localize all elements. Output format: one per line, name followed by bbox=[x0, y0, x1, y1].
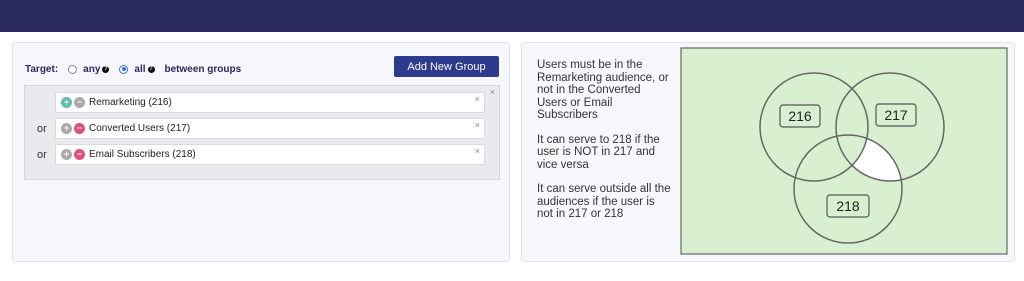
explanation-text: Users must be in the Remarketing audienc… bbox=[537, 59, 672, 233]
radio-all[interactable] bbox=[119, 64, 129, 74]
include-plus-icon[interactable]: + bbox=[61, 97, 72, 108]
or-connector: or bbox=[37, 123, 47, 135]
include-plus-icon[interactable]: + bbox=[61, 149, 72, 160]
explanation-paragraph-3: It can serve outside all the audiences i… bbox=[537, 183, 671, 220]
close-group-icon[interactable]: × bbox=[490, 87, 495, 97]
exclude-minus-icon[interactable]: − bbox=[74, 123, 85, 134]
venn-diagram: 216 217 218 bbox=[680, 47, 1008, 255]
audience-targeting-panel: Target: any ? all ? between groups Add N… bbox=[12, 42, 510, 262]
remove-audience-icon[interactable]: × bbox=[475, 146, 480, 156]
between-groups-label: between groups bbox=[164, 63, 242, 75]
target-options: Target: any ? all ? between groups bbox=[25, 61, 241, 77]
target-label: Target: bbox=[25, 63, 59, 75]
venn-label-217: 217 bbox=[884, 107, 908, 123]
audience-row-email-subscribers: + − Email Subscribers (218) × bbox=[55, 144, 485, 165]
remove-audience-icon[interactable]: × bbox=[475, 94, 480, 104]
help-icon-all[interactable]: ? bbox=[147, 65, 155, 73]
venn-label-216: 216 bbox=[788, 108, 812, 124]
exclude-minus-icon[interactable]: − bbox=[74, 97, 85, 108]
explanation-paragraph-1: Users must be in the Remarketing audienc… bbox=[537, 59, 669, 121]
audience-name: Email Subscribers (218) bbox=[89, 149, 196, 160]
include-plus-icon[interactable]: + bbox=[61, 123, 72, 134]
audience-name: Converted Users (217) bbox=[89, 123, 191, 134]
audience-row-remarketing: + − Remarketing (216) × bbox=[55, 92, 485, 113]
radio-all-label: all bbox=[134, 63, 146, 75]
audience-row-converted-users: + − Converted Users (217) × bbox=[55, 118, 485, 139]
remove-audience-icon[interactable]: × bbox=[475, 120, 480, 130]
top-nav-bar bbox=[0, 0, 1024, 32]
venn-label-218: 218 bbox=[836, 198, 860, 214]
radio-any-label: any bbox=[83, 63, 101, 75]
audience-group: × + − Remarketing (216) × or + − Convert… bbox=[24, 85, 500, 180]
help-icon-any[interactable]: ? bbox=[102, 65, 110, 73]
or-connector: or bbox=[37, 149, 47, 161]
add-new-group-button[interactable]: Add New Group bbox=[394, 56, 499, 77]
explanation-paragraph-2: It can serve to 218 if the user is NOT i… bbox=[537, 133, 660, 171]
audience-name: Remarketing (216) bbox=[89, 97, 172, 108]
exclude-minus-icon[interactable]: − bbox=[74, 149, 85, 160]
radio-any[interactable] bbox=[68, 64, 78, 74]
explanation-panel: Users must be in the Remarketing audienc… bbox=[521, 42, 1015, 262]
